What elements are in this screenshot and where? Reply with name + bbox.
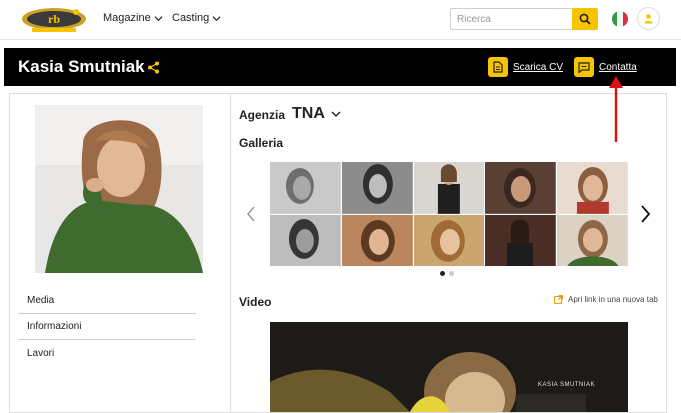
photo-gallery (270, 162, 628, 267)
open-new-tab-link[interactable]: Apri link in una nuova tab (554, 295, 658, 304)
user-account-button[interactable] (637, 7, 660, 30)
gallery-page-dot[interactable] (440, 271, 445, 276)
open-new-tab-label: Apri link in una nuova tab (568, 295, 658, 304)
gallery-photo[interactable] (485, 162, 557, 214)
nav-casting-label: Casting (172, 12, 210, 24)
document-icon (488, 57, 508, 77)
message-icon (574, 57, 594, 77)
gallery-photo[interactable] (557, 214, 628, 267)
video-player[interactable]: KASIA SMUTNIAK (270, 322, 628, 412)
gallery-photo[interactable] (341, 214, 413, 267)
side-menu-media[interactable]: Media (18, 288, 196, 314)
annotation-arrow (609, 76, 623, 142)
chevron-down-icon (331, 111, 341, 117)
gallery-title: Galleria (239, 136, 284, 150)
profile-photo (35, 105, 203, 273)
profile-name: Kasia Smutniak (18, 57, 145, 76)
profile-side-menu: Media Informazioni Lavori (18, 288, 196, 366)
search-icon (579, 13, 591, 25)
gallery-photo[interactable] (485, 214, 557, 267)
contact-button[interactable]: Contatta (574, 57, 637, 77)
chevron-down-icon (154, 15, 163, 21)
gallery-pagination (440, 271, 454, 276)
search-button[interactable] (572, 8, 598, 30)
gallery-next-arrow[interactable] (638, 204, 652, 224)
gallery-photo[interactable] (341, 162, 413, 214)
nav-magazine[interactable]: Magazine (103, 12, 163, 24)
side-menu-works[interactable]: Lavori (18, 340, 196, 366)
chevron-down-icon (212, 15, 221, 21)
gallery-photo[interactable] (413, 214, 485, 267)
gallery-photo[interactable] (557, 162, 628, 214)
share-icon[interactable] (147, 61, 160, 74)
external-link-icon (554, 295, 563, 304)
profile-header: Kasia Smutniak Scarica CV Contatta (4, 48, 676, 86)
user-icon (644, 14, 653, 24)
site-logo[interactable]: rb (20, 6, 88, 34)
agency-label: Agenzia (239, 108, 286, 122)
nav-casting[interactable]: Casting (172, 12, 221, 24)
download-cv-label: Scarica CV (513, 61, 564, 73)
gallery-page-dot[interactable] (449, 271, 454, 276)
top-navigation: rb Magazine Casting (0, 0, 681, 40)
italian-flag-icon[interactable] (612, 11, 628, 27)
video-title: Video (239, 295, 272, 309)
gallery-photo[interactable] (413, 162, 485, 214)
side-menu-info[interactable]: Informazioni (18, 314, 196, 340)
gallery-prev-arrow[interactable] (244, 205, 258, 223)
contact-label: Contatta (599, 61, 637, 73)
video-caption: KASIA SMUTNIAK (538, 382, 596, 388)
search-input[interactable] (450, 8, 572, 30)
agency-value: TNA (292, 105, 325, 122)
agency-dropdown[interactable]: TNA (292, 105, 341, 123)
gallery-photo[interactable] (270, 162, 341, 214)
svg-text:rb: rb (48, 12, 60, 26)
video-thumbnail (270, 322, 628, 412)
download-cv-button[interactable]: Scarica CV (488, 57, 563, 77)
nav-magazine-label: Magazine (103, 12, 151, 24)
gallery-photo[interactable] (270, 214, 341, 267)
